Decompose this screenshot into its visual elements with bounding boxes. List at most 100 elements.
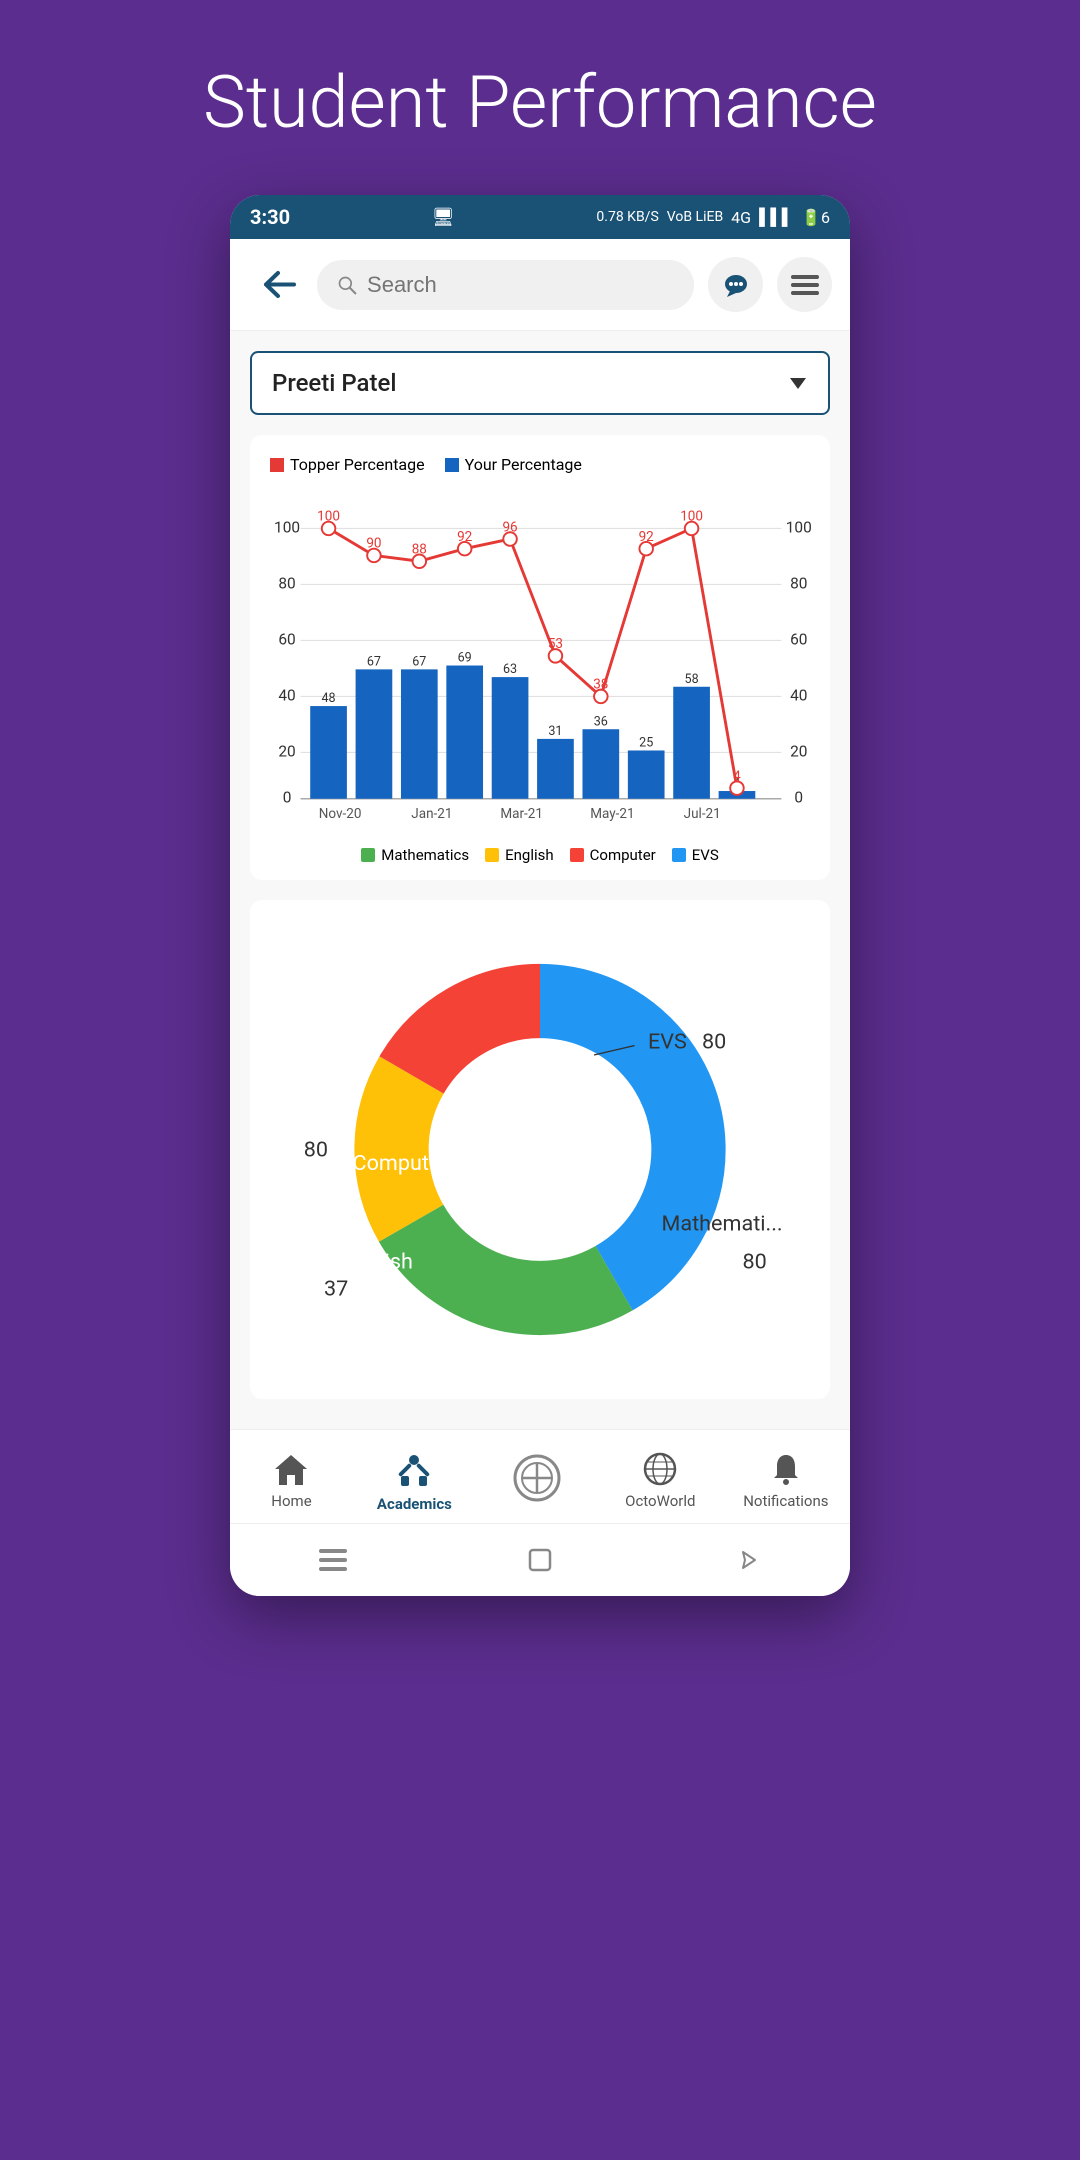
donut-chart-svg: EVS 80 Mathemati... 80 English 37 Comput… (270, 920, 810, 1379)
search-bar[interactable] (317, 260, 694, 310)
yours-legend-label: Your Percentage (465, 455, 582, 474)
nav-academics[interactable]: Academics (374, 1448, 454, 1513)
svg-text:40: 40 (790, 686, 807, 704)
svg-text:100: 100 (317, 509, 340, 525)
svg-text:69: 69 (458, 651, 472, 666)
evs-legend: EVS (672, 846, 719, 864)
english-legend-label: English (505, 846, 554, 864)
svg-text:90: 90 (366, 536, 381, 552)
bar-chart-container: Topper Percentage Your Percentage 100 80… (250, 435, 830, 880)
svg-text:96: 96 (502, 519, 517, 535)
svg-text:English: English (343, 1249, 413, 1274)
math-legend: Mathematics (361, 846, 469, 864)
search-input[interactable] (367, 272, 674, 298)
voip-label: VoB LiEB (667, 209, 723, 225)
svg-text:31: 31 (548, 724, 562, 739)
svg-text:0: 0 (794, 789, 803, 807)
svg-text:80: 80 (790, 574, 807, 592)
svg-text:37: 37 (324, 1276, 348, 1301)
academics-icon (393, 1448, 435, 1490)
back-arrow-icon (256, 267, 296, 302)
math-legend-label: Mathematics (381, 846, 469, 864)
hamburger-icon (791, 275, 819, 295)
chat-icon (722, 271, 750, 299)
yours-legend-icon (445, 458, 459, 472)
top-bar (230, 239, 850, 331)
sys-back-button[interactable] (727, 1540, 767, 1580)
battery-icon: 🔋6 (801, 208, 830, 227)
svg-text:Compute...: Compute... (353, 1150, 458, 1175)
nav-home-label: Home (271, 1492, 311, 1510)
nav-octoworld-label: OctoWorld (625, 1492, 695, 1510)
yours-legend: Your Percentage (445, 455, 582, 474)
svg-text:20: 20 (278, 742, 295, 760)
svg-text:25: 25 (639, 736, 653, 751)
svg-text:80: 80 (743, 1249, 767, 1274)
system-nav (230, 1523, 850, 1596)
svg-text:Mar-21: Mar-21 (500, 806, 543, 822)
computer-legend-color (570, 848, 584, 862)
svg-text:80: 80 (278, 574, 295, 592)
evs-legend-color (672, 848, 686, 862)
svg-text:92: 92 (639, 529, 655, 545)
svg-text:Jul-21: Jul-21 (684, 806, 721, 822)
svg-text:Nov-20: Nov-20 (319, 806, 362, 822)
svg-text:4: 4 (733, 768, 741, 784)
chat-button[interactable] (708, 257, 763, 312)
sys-menu-button[interactable] (313, 1540, 353, 1580)
svg-text:80: 80 (702, 1029, 726, 1054)
content-area: Preeti Patel Topper Percentage Your Perc… (230, 331, 850, 1429)
svg-text:May-21: May-21 (590, 806, 634, 822)
phone-frame: 3:30 🖥 0.78 KB/S VoB LiEB 4G ▌▌▌ 🔋6 (230, 195, 850, 1596)
svg-text:88: 88 (412, 542, 427, 558)
center-icon (512, 1453, 562, 1503)
svg-text:92: 92 (457, 529, 473, 545)
status-right: 0.78 KB/S VoB LiEB 4G ▌▌▌ 🔋6 (596, 207, 830, 227)
screen-icon: 🖥 (432, 207, 455, 228)
svg-text:36: 36 (594, 714, 608, 729)
sys-back-icon (735, 1548, 759, 1572)
svg-text:53: 53 (548, 636, 563, 652)
chart-legend-top: Topper Percentage Your Percentage (260, 455, 820, 474)
svg-text:63: 63 (503, 662, 517, 677)
svg-text:20: 20 (790, 742, 807, 760)
bottom-nav: Home Academics (230, 1429, 850, 1523)
menu-button[interactable] (777, 257, 832, 312)
computer-legend: Computer (570, 846, 656, 864)
svg-text:Mathemati...: Mathemati... (662, 1211, 783, 1236)
svg-text:Jan-21: Jan-21 (411, 806, 452, 822)
network-type: 4G (731, 208, 751, 227)
globe-icon (642, 1451, 678, 1487)
home-icon (273, 1451, 309, 1487)
computer-legend-label: Computer (590, 846, 656, 864)
sys-home-button[interactable] (520, 1540, 560, 1580)
svg-text:40: 40 (278, 686, 295, 704)
donut-chart-container: EVS 80 Mathemati... 80 English 37 Comput… (250, 900, 830, 1399)
svg-text:0: 0 (283, 789, 292, 807)
back-button[interactable] (248, 257, 303, 312)
student-dropdown[interactable]: Preeti Patel (250, 351, 830, 415)
svg-text:100: 100 (680, 509, 703, 525)
svg-text:48: 48 (322, 691, 336, 706)
status-bar: 3:30 🖥 0.78 KB/S VoB LiEB 4G ▌▌▌ 🔋6 (230, 195, 850, 239)
search-icon (337, 274, 357, 296)
svg-text:80: 80 (304, 1137, 328, 1162)
svg-text:67: 67 (412, 655, 426, 670)
network-speed: 0.78 KB/S (596, 209, 658, 225)
nav-center[interactable] (497, 1453, 577, 1508)
svg-text:100: 100 (274, 518, 300, 536)
nav-home[interactable]: Home (251, 1451, 331, 1510)
topper-legend: Topper Percentage (270, 455, 425, 474)
topper-legend-icon (270, 458, 284, 472)
nav-octoworld[interactable]: OctoWorld (620, 1451, 700, 1510)
svg-text:67: 67 (367, 655, 381, 670)
nav-notifications[interactable]: Notifications (743, 1451, 828, 1510)
time: 3:30 (250, 205, 290, 229)
svg-text:60: 60 (790, 630, 807, 648)
nav-notifications-label: Notifications (743, 1492, 828, 1510)
english-legend: English (485, 846, 554, 864)
bar-chart-svg: 100 80 60 40 20 0 100 80 60 40 20 0 (260, 484, 820, 832)
svg-text:60: 60 (278, 630, 295, 648)
chart-legend-bottom: Mathematics English Computer EVS (260, 846, 820, 864)
sys-square-icon (526, 1546, 554, 1574)
